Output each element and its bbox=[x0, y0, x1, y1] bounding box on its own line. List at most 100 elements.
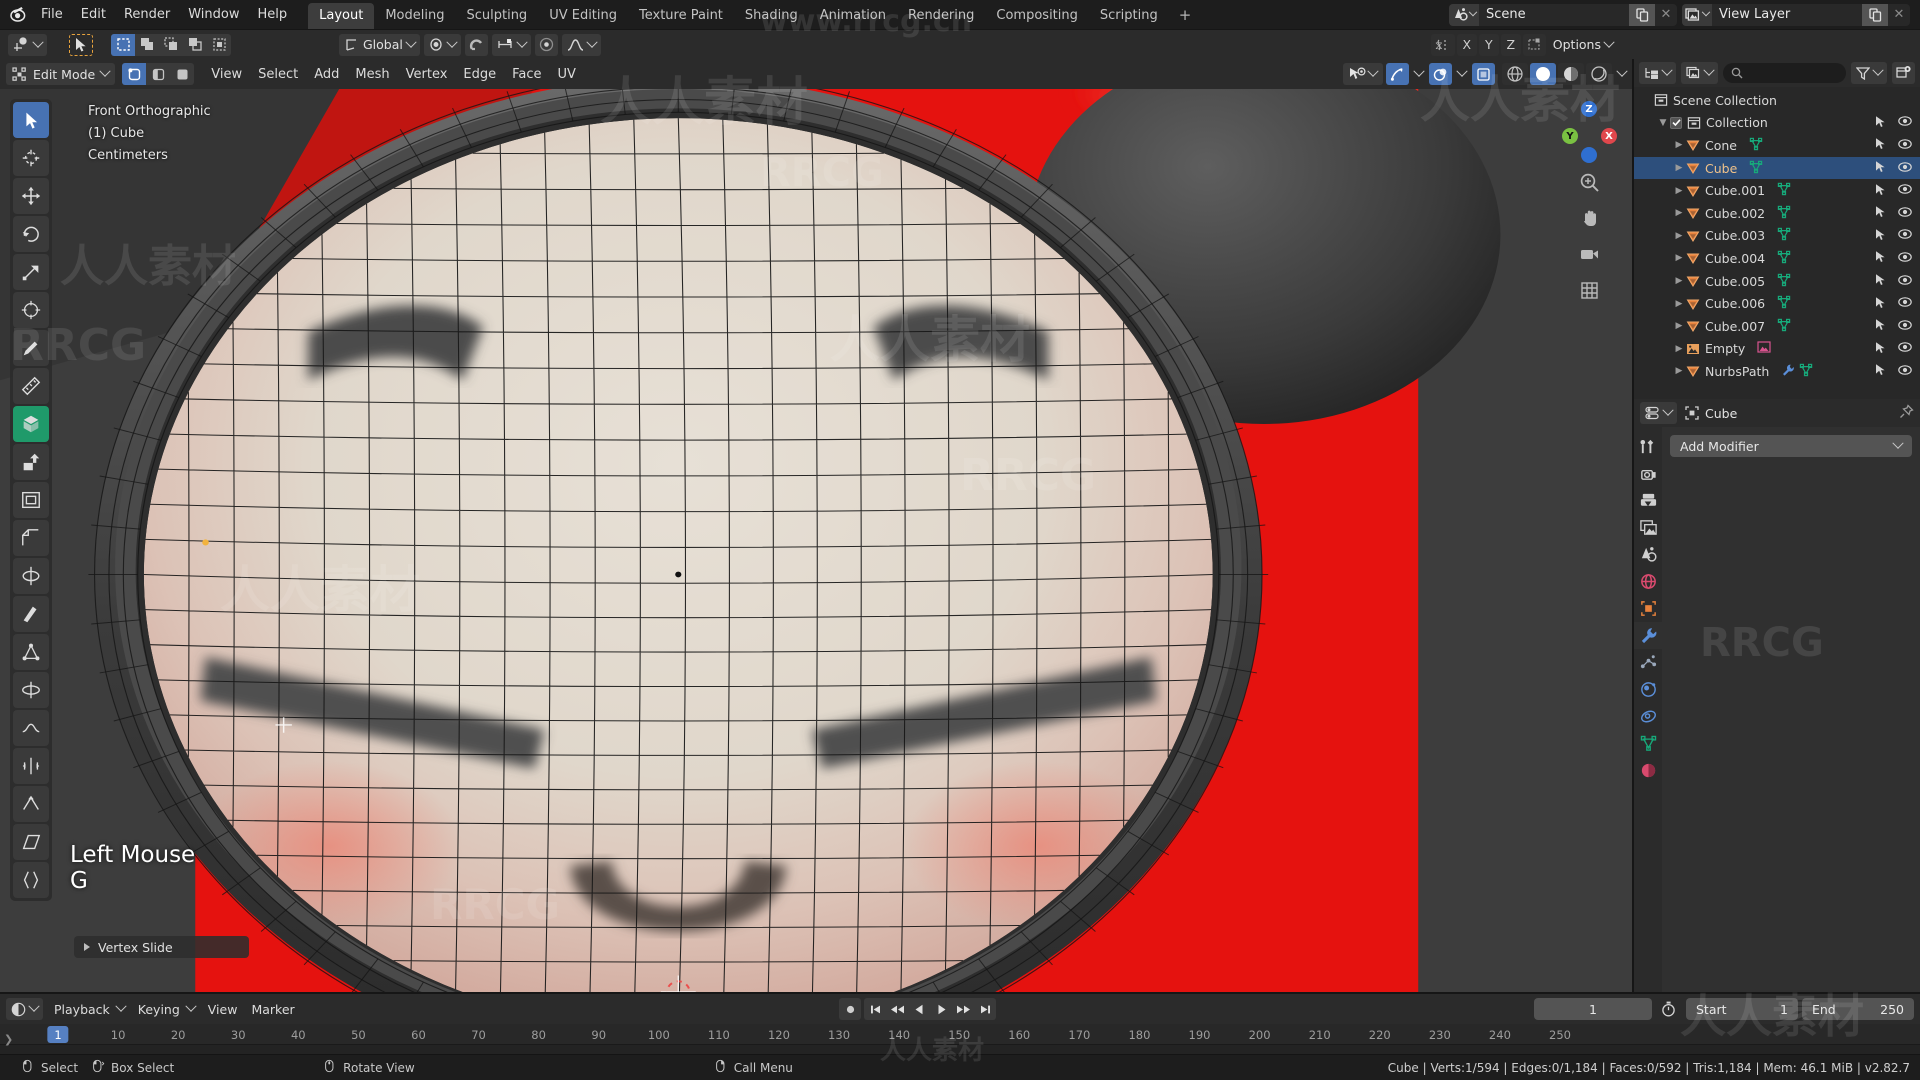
data-tab[interactable] bbox=[1634, 730, 1662, 757]
timeline-menu-marker[interactable]: Marker bbox=[244, 999, 301, 1020]
show-gizmo-button[interactable] bbox=[1386, 63, 1409, 85]
mesh-data-icon[interactable] bbox=[1777, 273, 1791, 290]
previous-keyframe-button[interactable] bbox=[886, 998, 909, 1020]
new-scene-button[interactable] bbox=[1629, 3, 1655, 26]
auto-keying-button[interactable] bbox=[839, 998, 862, 1020]
outliner-row-cube-003[interactable]: ▶ Cube.003 bbox=[1634, 225, 1920, 248]
viewport-menu-edge[interactable]: Edge bbox=[455, 64, 504, 85]
hide-in-viewport-eye-icon[interactable] bbox=[1898, 206, 1912, 221]
workspace-tab-animation[interactable]: Animation bbox=[809, 3, 897, 29]
play-button[interactable] bbox=[930, 998, 953, 1020]
chevron-right-icon[interactable]: ▶ bbox=[1672, 231, 1686, 241]
navigation-axis-gizmo[interactable]: Z Y X bbox=[1560, 101, 1618, 163]
extrude-region-tool[interactable] bbox=[13, 444, 49, 480]
visibility-dropdown[interactable] bbox=[1343, 63, 1383, 85]
scene-selector[interactable]: Scene ✕ bbox=[1449, 3, 1677, 26]
viewport-menu-mesh[interactable]: Mesh bbox=[347, 64, 397, 85]
move-tool[interactable] bbox=[13, 178, 49, 214]
disable-in-renders-icon[interactable] bbox=[1874, 296, 1887, 312]
chevron-right-icon[interactable]: ▶ bbox=[1672, 366, 1686, 376]
select-invert-button[interactable] bbox=[183, 34, 207, 56]
tool-tab[interactable] bbox=[1634, 433, 1662, 460]
mesh-select-mode-group[interactable] bbox=[122, 63, 195, 85]
render-tab[interactable] bbox=[1634, 460, 1662, 487]
material-tab[interactable] bbox=[1634, 757, 1662, 784]
view-layer-name[interactable]: View Layer bbox=[1712, 7, 1862, 22]
gizmo-axis-z[interactable]: Z bbox=[1581, 101, 1597, 117]
annotate-tool[interactable] bbox=[13, 330, 49, 366]
hide-in-viewport-eye-icon[interactable] bbox=[1898, 319, 1912, 334]
world-tab[interactable] bbox=[1634, 568, 1662, 595]
workspace-tab-sculpting[interactable]: Sculpting bbox=[455, 3, 538, 29]
spin-tool[interactable] bbox=[13, 672, 49, 708]
zoom-icon[interactable] bbox=[1576, 169, 1602, 195]
outliner-row-empty[interactable]: ▶ Empty bbox=[1634, 338, 1920, 361]
disable-in-renders-icon[interactable] bbox=[1874, 137, 1887, 153]
collection-checkbox[interactable] bbox=[1670, 116, 1682, 129]
mesh-data-icon[interactable] bbox=[1777, 318, 1791, 335]
mirror-x-symmetry-icon[interactable]: ⧖ bbox=[1430, 33, 1455, 56]
workspace-tab-rendering[interactable]: Rendering bbox=[897, 3, 985, 29]
disable-in-renders-icon[interactable] bbox=[1874, 273, 1887, 289]
topology-mirror-icon[interactable] bbox=[1522, 33, 1546, 56]
view-layer-selector[interactable]: View Layer ✕ bbox=[1682, 3, 1910, 26]
scene-tab[interactable] bbox=[1634, 541, 1662, 568]
disable-in-renders-icon[interactable] bbox=[1874, 228, 1887, 244]
disable-in-renders-icon[interactable] bbox=[1874, 115, 1887, 131]
show-overlays-button[interactable] bbox=[1429, 63, 1452, 85]
edge-slide-tool[interactable] bbox=[13, 748, 49, 784]
disable-in-renders-icon[interactable] bbox=[1874, 363, 1887, 379]
mode-selector[interactable]: Edit Mode bbox=[6, 63, 116, 85]
disable-in-renders-icon[interactable] bbox=[1874, 250, 1887, 266]
hide-in-viewport-eye-icon[interactable] bbox=[1898, 296, 1912, 311]
topbar-menu-file[interactable]: File bbox=[32, 4, 72, 25]
outliner-display-mode-dropdown[interactable] bbox=[1639, 62, 1676, 84]
outliner-filter-dropdown[interactable] bbox=[1851, 62, 1887, 84]
hide-in-viewport-eye-icon[interactable] bbox=[1898, 138, 1912, 153]
timeline-expand-icon[interactable]: ❯ bbox=[4, 1033, 13, 1046]
hide-in-viewport-eye-icon[interactable] bbox=[1898, 161, 1912, 176]
outliner-row-scene-collection[interactable]: Scene Collection bbox=[1634, 89, 1920, 112]
mesh-data-icon[interactable] bbox=[1799, 363, 1813, 380]
proportional-editing-toggle[interactable] bbox=[534, 33, 558, 56]
shading-mode-group[interactable] bbox=[1502, 63, 1628, 85]
chevron-right-icon[interactable]: ▶ bbox=[1672, 276, 1686, 286]
poly-build-tool[interactable] bbox=[13, 634, 49, 670]
rotate-tool[interactable] bbox=[13, 216, 49, 252]
outliner-row-cube-006[interactable]: ▶ Cube.006 bbox=[1634, 292, 1920, 315]
workspace-tab-texture-paint[interactable]: Texture Paint bbox=[628, 3, 734, 29]
timeline-scrollbar[interactable] bbox=[0, 1044, 1920, 1054]
modifier-tab[interactable] bbox=[1634, 622, 1662, 649]
hide-in-viewport-eye-icon[interactable] bbox=[1898, 341, 1912, 356]
disable-in-renders-icon[interactable] bbox=[1874, 205, 1887, 221]
falloff-dropdown[interactable] bbox=[561, 33, 601, 56]
mesh-data-icon[interactable] bbox=[1749, 160, 1763, 177]
chevron-right-icon[interactable]: ▶ bbox=[1672, 253, 1686, 263]
snap-element-dropdown[interactable] bbox=[8, 33, 47, 56]
chevron-right-icon[interactable]: ▶ bbox=[1672, 208, 1686, 218]
material-preview-shading-button[interactable] bbox=[1558, 63, 1584, 85]
workspace-tab-compositing[interactable]: Compositing bbox=[985, 3, 1089, 29]
new-view-layer-button[interactable] bbox=[1862, 3, 1888, 26]
hide-in-viewport-eye-icon[interactable] bbox=[1898, 274, 1912, 289]
face-select-mode-button[interactable] bbox=[170, 63, 194, 85]
pin-icon[interactable] bbox=[1899, 403, 1914, 423]
mirror-y-button[interactable]: Y bbox=[1478, 33, 1499, 56]
3d-viewport[interactable]: Front Orthographic (1) Cube Centimeters … bbox=[0, 89, 1632, 992]
hide-in-viewport-eye-icon[interactable] bbox=[1898, 115, 1912, 130]
topbar-menu-render[interactable]: Render bbox=[115, 4, 179, 25]
shrink-fatten-tool[interactable] bbox=[13, 786, 49, 822]
topbar-menu-edit[interactable]: Edit bbox=[72, 4, 115, 25]
chevron-right-icon[interactable]: ▶ bbox=[1672, 321, 1686, 331]
gizmo-axis-y[interactable]: Y bbox=[1562, 128, 1578, 144]
outliner-row-collection[interactable]: ▼ Collection bbox=[1634, 112, 1920, 135]
select-mode-group[interactable] bbox=[111, 33, 231, 56]
outliner-row-cube-004[interactable]: ▶ Cube.004 bbox=[1634, 247, 1920, 270]
viewport-menu-uv[interactable]: UV bbox=[550, 64, 584, 85]
disable-in-renders-icon[interactable] bbox=[1874, 183, 1887, 199]
select-extend-button[interactable] bbox=[135, 34, 159, 56]
modifier-icon[interactable] bbox=[1781, 363, 1795, 380]
smooth-tool[interactable] bbox=[13, 710, 49, 746]
physics-tab[interactable] bbox=[1634, 676, 1662, 703]
chevron-right-icon[interactable]: ▶ bbox=[1672, 186, 1686, 196]
